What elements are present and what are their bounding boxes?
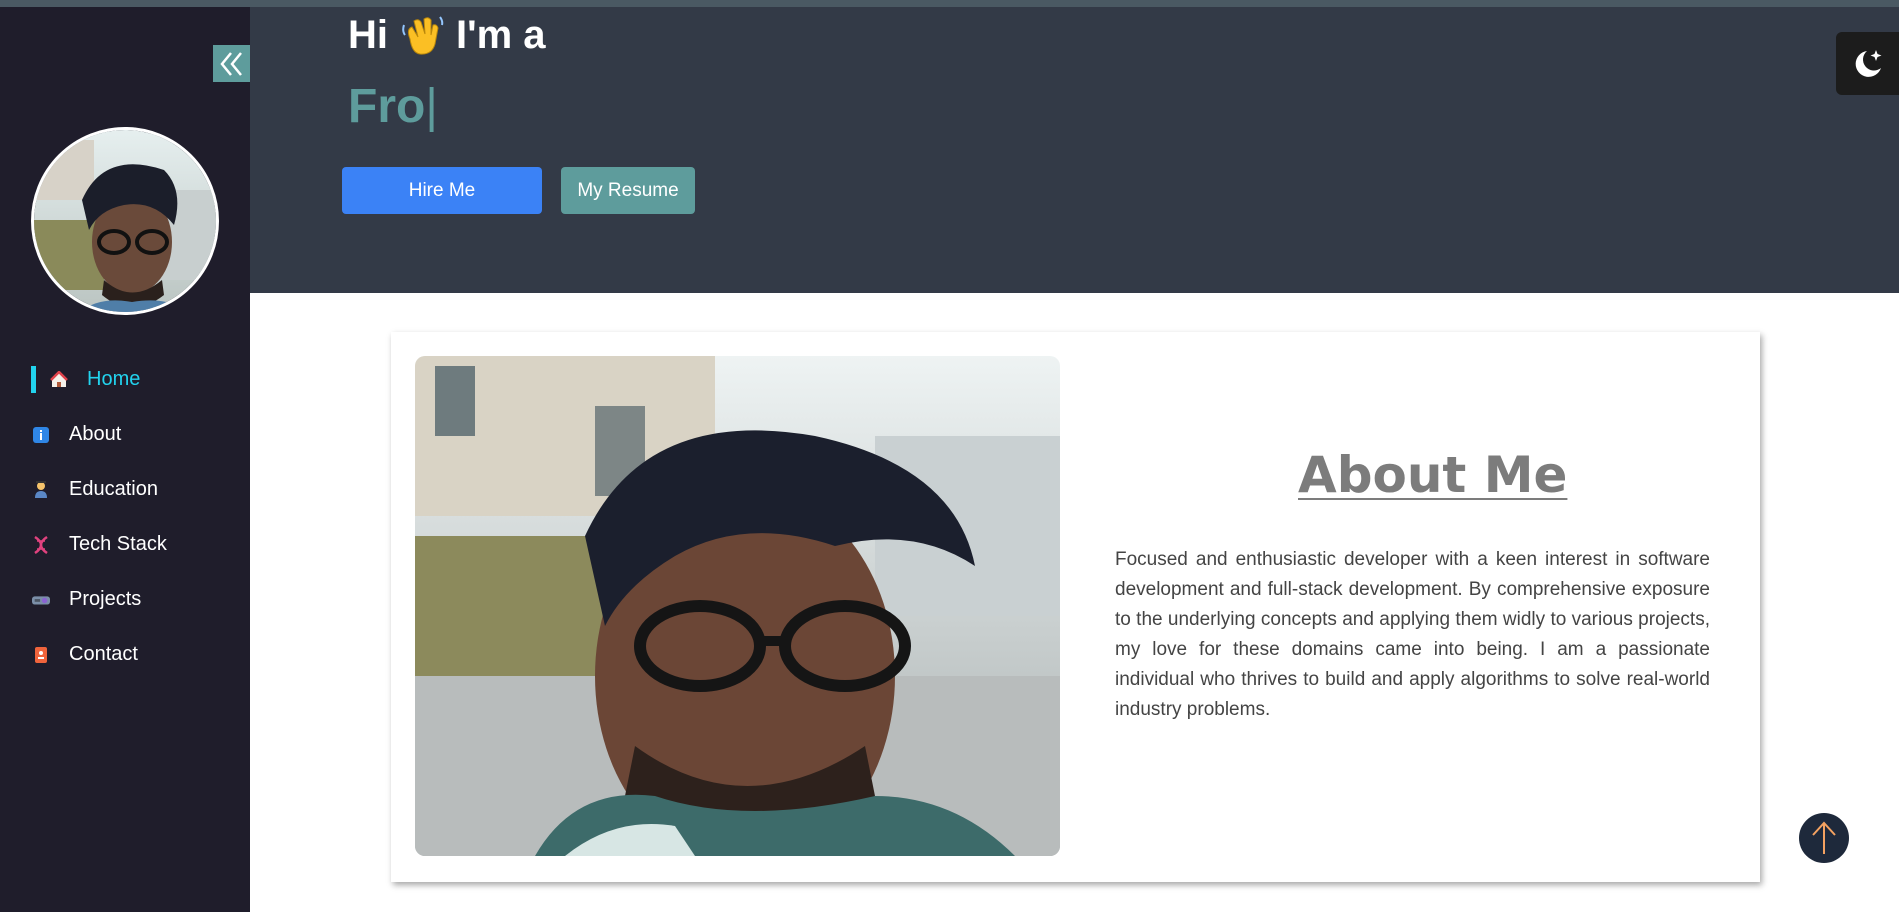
sidebar-item-contact[interactable]: Contact <box>0 627 250 682</box>
theme-toggle-button[interactable] <box>1836 32 1899 95</box>
arrow-up-icon <box>1812 821 1836 854</box>
sidebar: Home About Education Tech Stack Projects <box>0 7 250 912</box>
top-strip <box>0 0 1899 7</box>
sidebar-item-projects[interactable]: Projects <box>0 572 250 627</box>
sidebar-item-label: Home <box>87 368 141 390</box>
info-icon <box>32 426 50 444</box>
my-resume-button[interactable]: My Resume <box>561 167 695 214</box>
dna-icon <box>32 535 50 554</box>
student-icon <box>32 480 50 499</box>
typed-role-text: Fro| <box>348 79 438 134</box>
collapse-sidebar-button[interactable] <box>213 45 250 82</box>
sidebar-item-label: Education <box>69 478 158 500</box>
active-indicator <box>31 366 36 393</box>
sidebar-item-label: Projects <box>69 588 142 610</box>
about-description: Focused and enthusiastic developer with … <box>1115 549 1710 720</box>
about-title: About Me <box>1298 446 1568 504</box>
sidebar-item-about[interactable]: About <box>0 407 250 462</box>
phone-book-icon <box>32 646 50 664</box>
sidebar-item-label: Tech Stack <box>69 533 167 555</box>
greeting-text: Hi <box>348 12 388 57</box>
sidebar-item-label: Contact <box>69 643 138 665</box>
house-icon <box>50 370 68 389</box>
projector-icon <box>32 591 50 609</box>
double-chevron-left-icon <box>219 51 242 76</box>
sidebar-item-label: About <box>69 423 122 445</box>
hire-me-button[interactable]: Hire Me <box>342 167 542 214</box>
moon-star-icon <box>1855 49 1881 77</box>
profile-avatar <box>31 127 219 315</box>
typing-cursor: | <box>425 80 438 133</box>
hero-greeting: Hi I'm a <box>348 7 546 63</box>
about-card: About Me Focused and enthusiastic develo… <box>391 332 1760 882</box>
scroll-to-top-button[interactable] <box>1799 813 1849 863</box>
sidebar-item-tech-stack[interactable]: Tech Stack <box>0 517 250 572</box>
sidebar-nav: Home About Education Tech Stack Projects <box>0 352 250 682</box>
greeting-text-after: I'm a <box>456 12 546 57</box>
about-photo <box>415 356 1060 856</box>
sidebar-item-home[interactable]: Home <box>0 352 250 407</box>
hero-section: Hi I'm a Fro| Hire Me My Resume <box>250 7 1899 293</box>
sidebar-item-education[interactable]: Education <box>0 462 250 517</box>
typed-text: Fro <box>348 80 426 133</box>
waving-hand-icon <box>400 13 444 57</box>
